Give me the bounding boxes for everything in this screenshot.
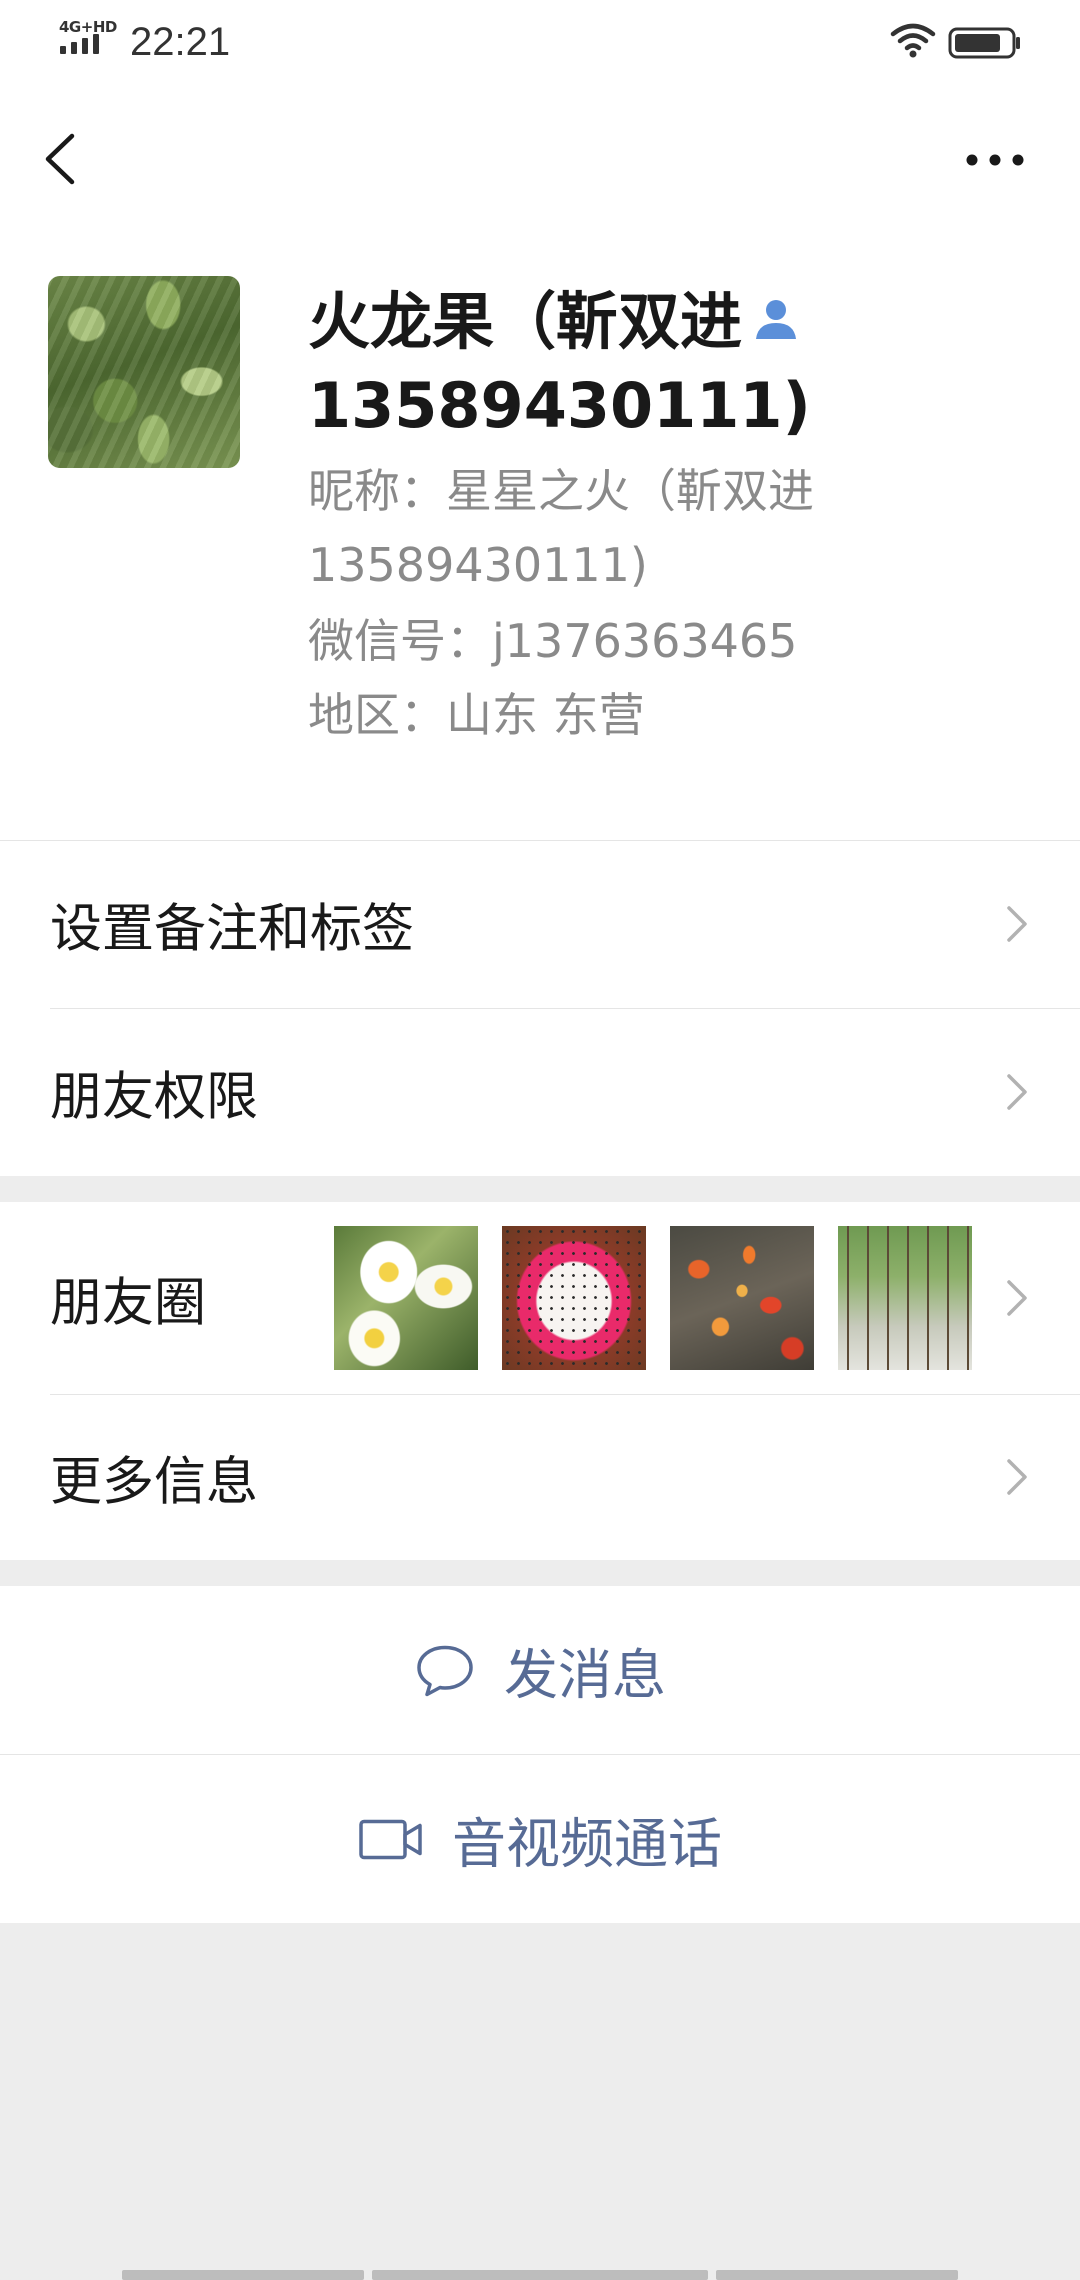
more-info-label: 更多信息 — [50, 1452, 259, 1513]
more-info-row[interactable]: 更多信息 — [0, 1394, 1080, 1560]
chevron-right-icon — [1007, 906, 1027, 942]
moment-thumbnail — [838, 1226, 972, 1370]
more-dots-icon — [966, 154, 1024, 166]
video-call-button[interactable]: 音视频通话 — [0, 1755, 1080, 1923]
signal-icon — [60, 34, 99, 54]
moment-thumbnail — [334, 1226, 478, 1370]
settings-section: 设置备注和标签 朋友权限 — [0, 840, 1080, 1176]
status-time: 22:21 — [130, 20, 231, 64]
wechat-id: 微信号：j1376363465 — [308, 614, 798, 668]
video-camera-icon — [359, 1819, 422, 1859]
bottom-bar — [122, 2270, 364, 2280]
set-remark-label: 设置备注和标签 — [50, 899, 415, 960]
contact-name-line1: 火龙果（靳双进 — [308, 285, 743, 358]
chevron-right-icon — [1007, 1074, 1027, 1110]
back-button[interactable] — [38, 124, 82, 194]
moment-thumbnail — [670, 1226, 814, 1370]
contact-name: 火龙果（靳双进 13589430111) — [308, 280, 1028, 448]
chat-bubble-icon — [417, 1645, 473, 1696]
send-message-button[interactable]: 发消息 — [0, 1586, 1080, 1754]
contact-profile-page: 4G+HD 22:21 火龙果（靳双进 13589430111) 昵称：星星之火… — [0, 0, 1080, 2280]
moments-row[interactable]: 朋友圈 — [0, 1202, 1080, 1394]
more-button[interactable] — [960, 140, 1030, 180]
bottom-bar — [372, 2270, 708, 2280]
video-call-content: 音视频通话 — [0, 1800, 1080, 1879]
set-remark-row[interactable]: 设置备注和标签 — [0, 840, 1080, 1008]
chevron-right-icon — [1007, 1459, 1027, 1495]
back-chevron-icon — [45, 133, 75, 185]
contact-person-icon — [756, 299, 797, 339]
profile-header: 火龙果（靳双进 13589430111) 昵称：星星之火（靳双进 1358943… — [0, 84, 1080, 840]
region: 地区：山东 东营 — [308, 688, 645, 742]
wifi-icon — [890, 23, 936, 58]
moments-label: 朋友圈 — [50, 1273, 207, 1334]
moments-section: 朋友圈 更多信息 — [0, 1202, 1080, 1560]
friend-permissions-row[interactable]: 朋友权限 — [0, 1008, 1080, 1176]
friend-permissions-label: 朋友权限 — [50, 1067, 259, 1128]
moment-thumbnail — [502, 1226, 646, 1370]
send-message-label: 发消息 — [504, 1643, 666, 1707]
send-message-content: 发消息 — [0, 1631, 1080, 1710]
avatar[interactable] — [48, 276, 240, 468]
battery-icon — [948, 27, 1020, 59]
nickname-line2: 13589430111) — [308, 538, 648, 592]
chevron-right-icon — [1007, 1280, 1027, 1316]
video-call-label: 音视频通话 — [452, 1812, 722, 1876]
nickname-line1: 昵称：星星之火（靳双进 — [308, 464, 814, 518]
status-bar: 4G+HD 22:21 — [0, 0, 1080, 84]
bottom-bar — [716, 2270, 958, 2280]
contact-name-line2: 13589430111) — [308, 369, 811, 442]
